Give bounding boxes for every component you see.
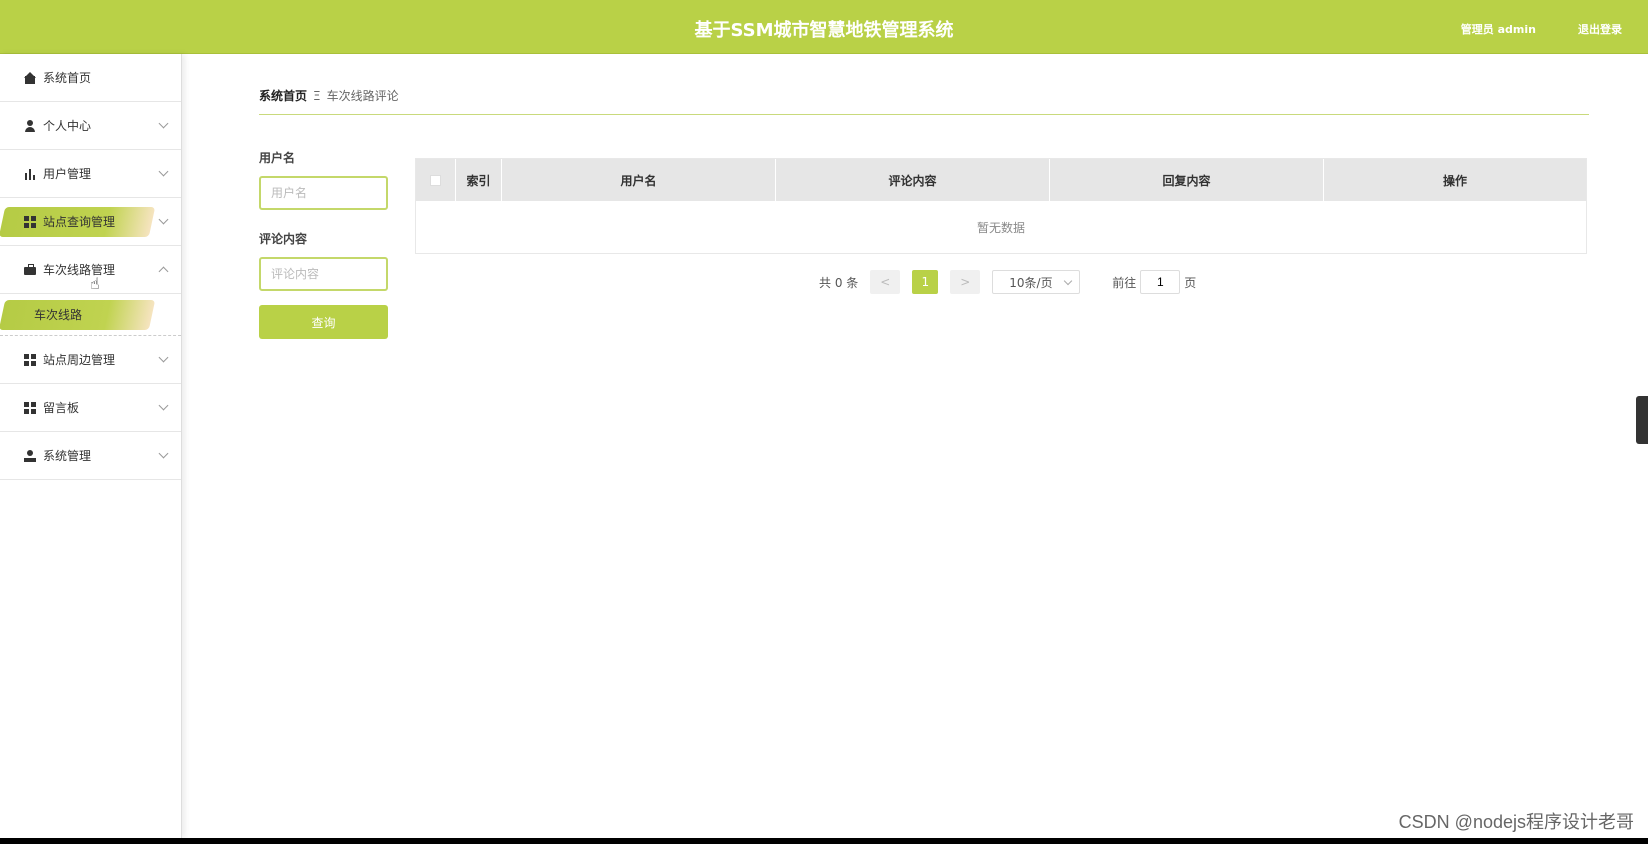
briefcase-icon xyxy=(24,263,36,276)
user-icon xyxy=(24,119,36,132)
sidebar-item-label: 系统首页 xyxy=(43,71,92,85)
select-all-cell xyxy=(416,159,456,201)
total-count: 共 0 条 xyxy=(819,275,859,290)
submenu-item-train-route[interactable]: 车次线路 xyxy=(0,294,181,336)
column-header-index: 索引 xyxy=(456,159,502,201)
breadcrumb: 系统首页 Ξ 车次线路评论 xyxy=(259,87,1589,115)
goto-label: 前往 xyxy=(1112,275,1137,290)
chevron-down-icon xyxy=(158,118,169,129)
search-panel: 用户名 评论内容 查询 xyxy=(259,149,389,339)
column-header-username: 用户名 xyxy=(502,159,776,201)
chevron-down-icon xyxy=(158,214,169,225)
submenu-item-label: 车次线路 xyxy=(34,308,83,322)
chevron-up-icon xyxy=(158,266,169,277)
column-header-comment: 评论内容 xyxy=(776,159,1050,201)
grid-icon xyxy=(24,401,36,414)
chevron-down-icon xyxy=(158,166,169,177)
next-page-button[interactable]: > xyxy=(950,270,981,294)
app-window: 基于SSM城市智慧地铁管理系统 管理员 admin 退出登录 系统首页 个人中心… xyxy=(0,0,1648,838)
sidebar-item-label: 系统管理 xyxy=(43,449,92,463)
page-suffix: 页 xyxy=(1184,275,1197,290)
column-header-actions: 操作 xyxy=(1442,173,1467,188)
sidebar-item-personal-center[interactable]: 个人中心 xyxy=(0,102,181,150)
breadcrumb-home[interactable]: 系统首页 xyxy=(259,89,307,103)
prev-page-button[interactable]: < xyxy=(870,270,901,294)
comment-label: 评论内容 xyxy=(259,232,308,246)
sidebar-item-label: 站点查询管理 xyxy=(43,215,116,229)
sidebar-item-label: 个人中心 xyxy=(43,119,92,133)
page-size-select[interactable]: 10条/页 xyxy=(992,270,1081,294)
column-header-reply: 回复内容 xyxy=(1050,159,1324,201)
sidebar-item-message-board[interactable]: 留言板 xyxy=(0,384,181,432)
sidebar-item-label: 用户管理 xyxy=(43,167,92,181)
app-title: 基于SSM城市智慧地铁管理系统 xyxy=(694,20,954,41)
sidebar-item-label: 站点周边管理 xyxy=(43,353,116,367)
table-header: 索引 用户名 评论内容 回复内容 操作 xyxy=(416,159,1586,201)
main-content: 系统首页 Ξ 车次线路评论 用户名 评论内容 查询 索引 用户名 评论内容 回复内容… xyxy=(182,54,1648,838)
hand-cursor-icon: ☝ xyxy=(90,274,100,293)
logout-link[interactable]: 退出登录 xyxy=(1578,21,1622,37)
goto-page-input[interactable] xyxy=(1140,270,1181,294)
grid-icon xyxy=(24,353,36,366)
sidebar-item-label: 车次线路管理 xyxy=(43,263,116,277)
sidebar-item-user-management[interactable]: 用户管理 xyxy=(0,150,181,198)
chevron-down-icon xyxy=(158,448,169,459)
chevron-down-icon xyxy=(158,352,169,363)
breadcrumb-separator: Ξ xyxy=(313,89,321,103)
sidebar-item-station-query[interactable]: 站点查询管理 xyxy=(0,198,181,246)
page-number-current[interactable]: 1 xyxy=(912,270,939,294)
sidebar: 系统首页 个人中心 用户管理 站点查询管理 车次线路管理 车次线路 站点周边管理… xyxy=(0,54,182,838)
sidebar-item-station-surroundings[interactable]: 站点周边管理 xyxy=(0,336,181,384)
side-drawer-tab[interactable] xyxy=(1636,396,1648,444)
grid-icon xyxy=(24,215,36,228)
bar-chart-icon xyxy=(24,167,36,180)
sidebar-item-label: 留言板 xyxy=(43,401,80,415)
pagination: 共 0 条 < 1 > 10条/页 前往 页 xyxy=(819,270,1196,294)
chevron-down-icon xyxy=(158,400,169,411)
select-all-checkbox[interactable] xyxy=(430,174,441,186)
sidebar-item-system-management[interactable]: 系统管理 xyxy=(0,432,181,480)
comments-table: 索引 用户名 评论内容 回复内容 操作 暂无数据 xyxy=(415,158,1587,254)
comment-input[interactable] xyxy=(259,257,388,291)
empty-state: 暂无数据 xyxy=(416,201,1586,253)
sidebar-item-home[interactable]: 系统首页 xyxy=(0,54,181,102)
query-button[interactable]: 查询 xyxy=(259,305,388,339)
watermark: CSDN @nodejs程序设计老哥 xyxy=(1398,812,1634,832)
username-label: 用户名 xyxy=(259,151,296,165)
home-icon xyxy=(24,71,36,84)
admin-icon xyxy=(24,449,36,462)
username-input[interactable] xyxy=(259,176,388,210)
breadcrumb-current: 车次线路评论 xyxy=(326,89,399,103)
top-header: 基于SSM城市智慧地铁管理系统 管理员 admin 退出登录 xyxy=(0,0,1648,54)
current-user: 管理员 admin xyxy=(1460,23,1536,36)
